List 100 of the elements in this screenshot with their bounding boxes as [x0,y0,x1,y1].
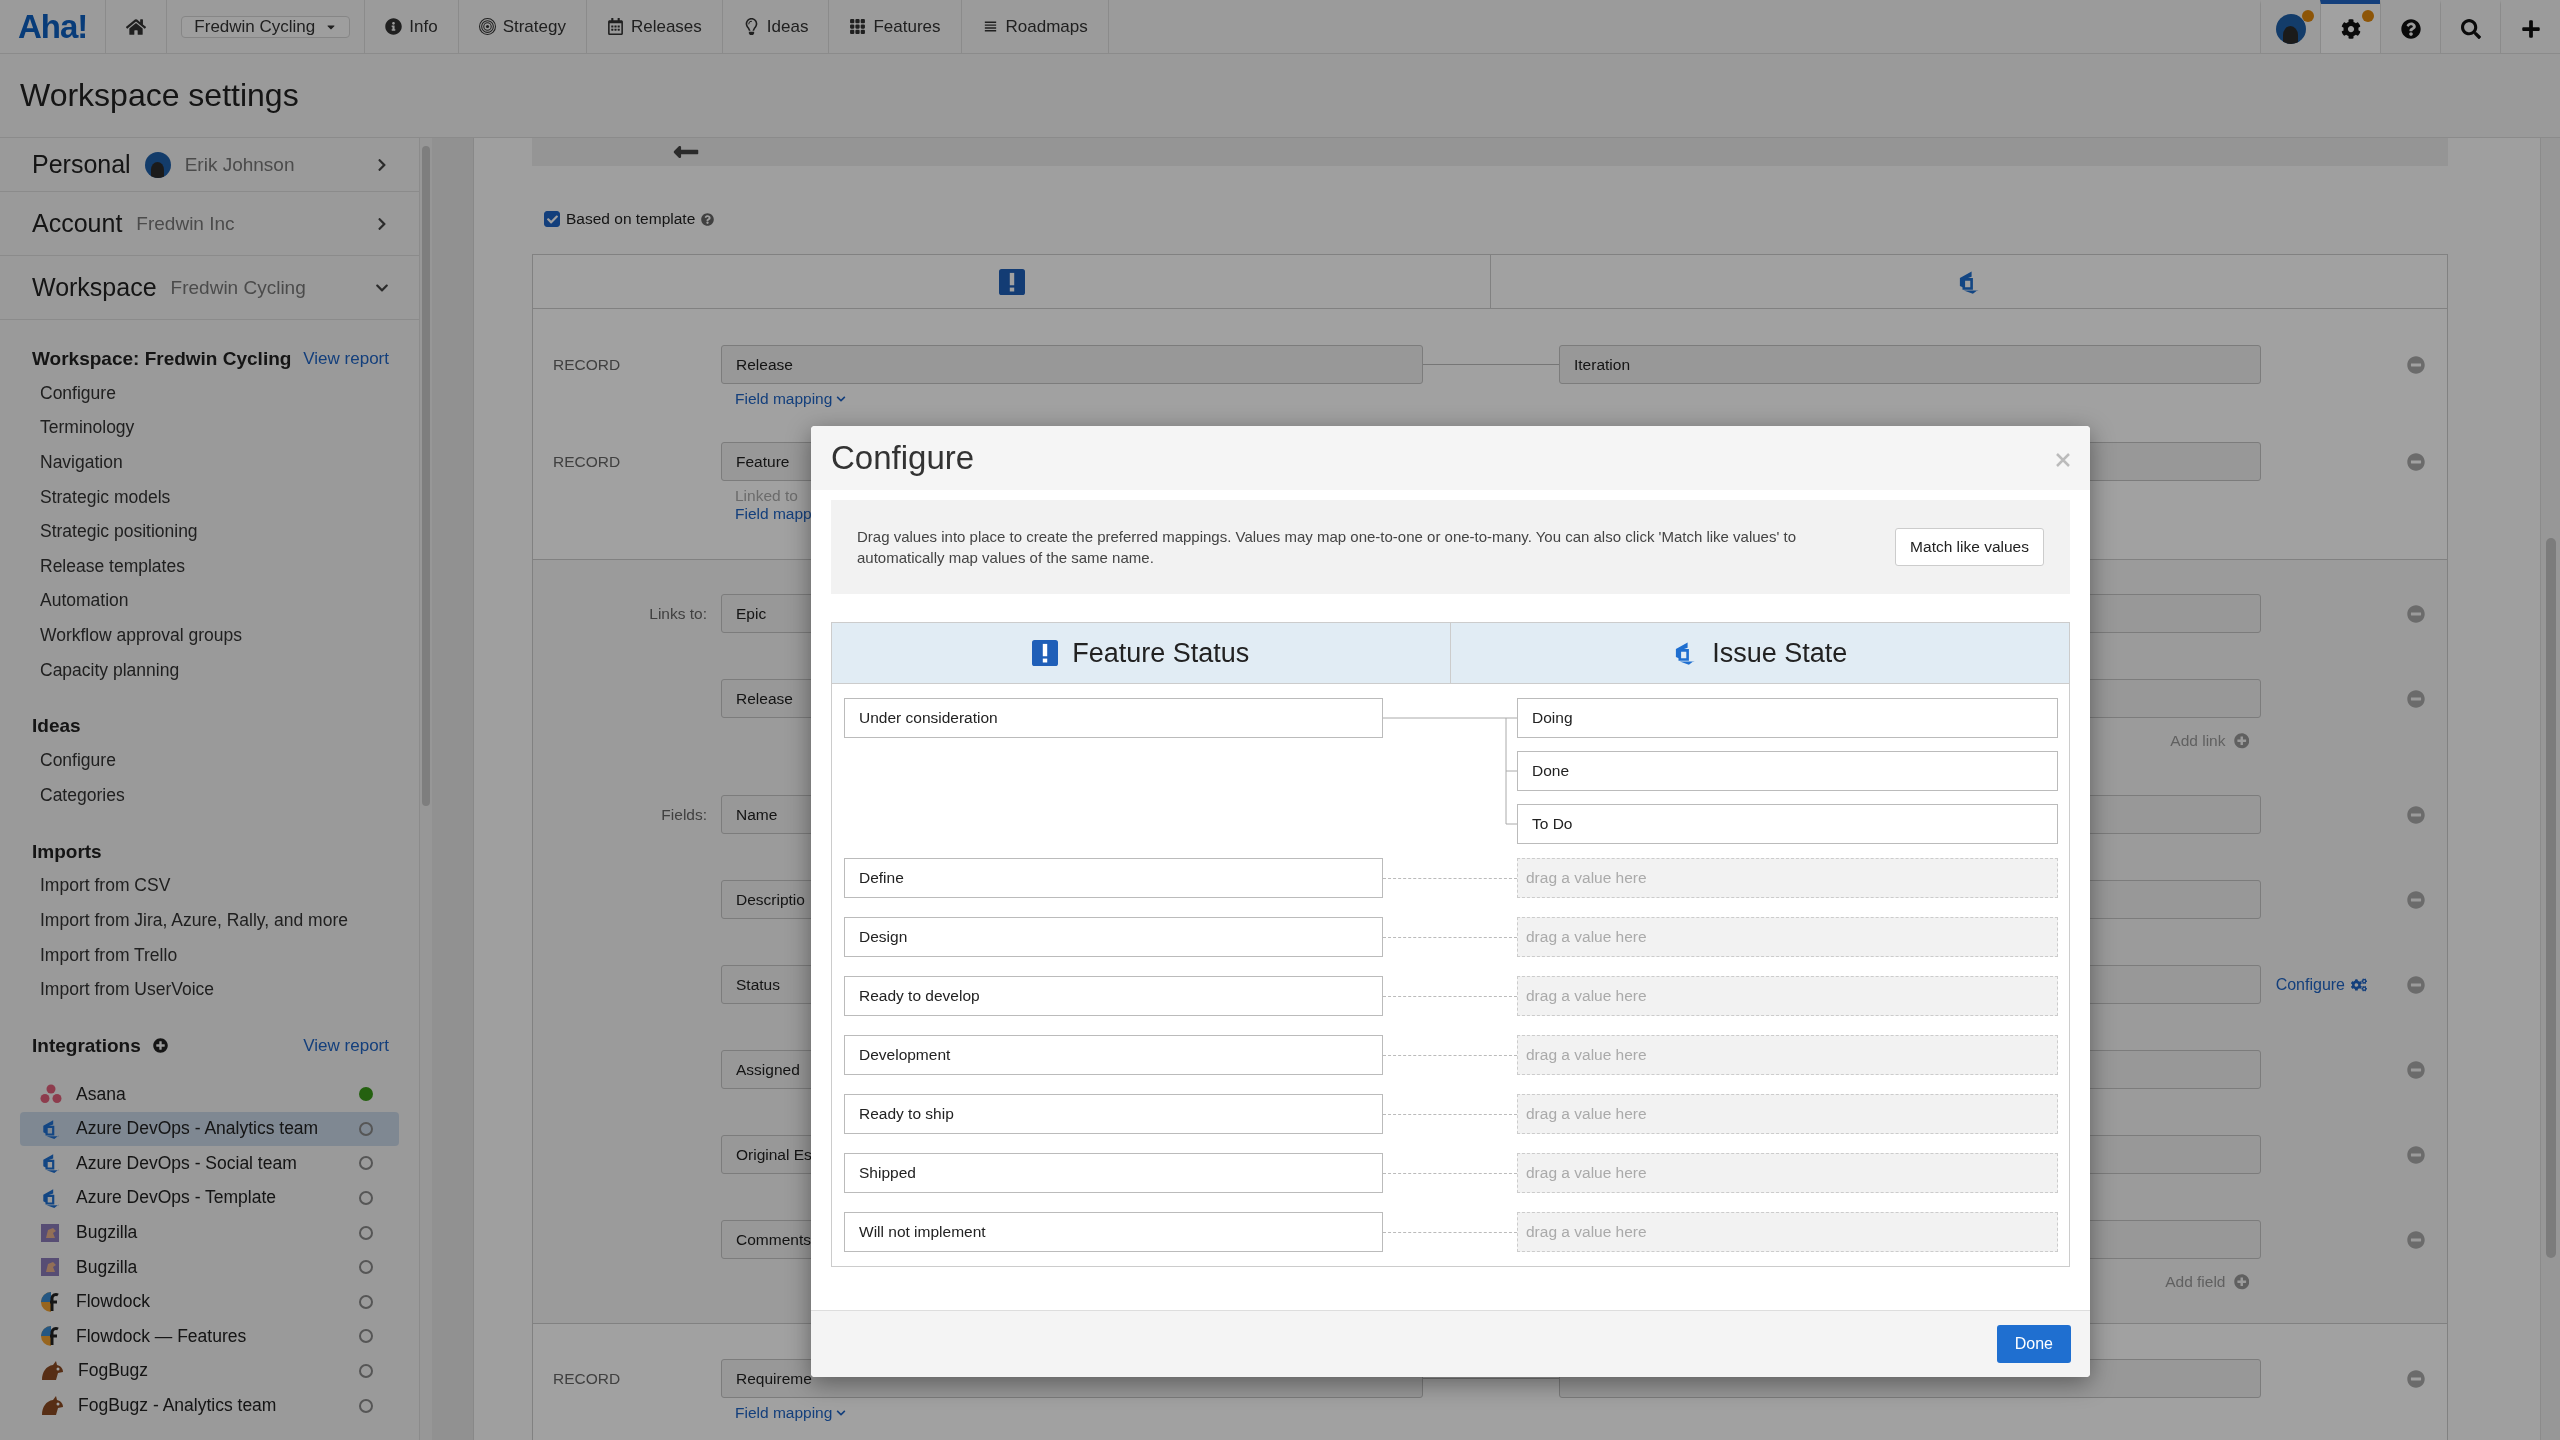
settings-section[interactable]: Personal Erik Johnson [0,138,419,192]
source-value[interactable]: Will not implement [844,1212,1383,1252]
toolbar-button[interactable] [2320,0,2380,53]
done-button[interactable]: Done [1996,1325,2071,1363]
remove-icon[interactable] [2407,1230,2425,1249]
match-like-values-button[interactable]: Match like values [1895,528,2044,566]
nav-tab[interactable]: Releases [586,0,723,53]
animal-icon [40,1359,64,1382]
sidebar-item[interactable]: Terminology [32,410,419,446]
settings-section[interactable]: Workspace Fredwin Cycling [0,256,419,320]
sidebar-item[interactable]: Automation [32,583,419,619]
remove-icon[interactable] [2407,890,2425,909]
integration-item[interactable]: Asana [20,1076,399,1112]
source-value[interactable]: Under consideration [844,698,1383,738]
scrollbar-thumb[interactable] [2545,538,2556,1258]
sidebar-item[interactable]: Capacity planning [32,652,419,688]
remove-icon[interactable] [2407,805,2425,824]
info-icon [385,18,403,35]
help-icon[interactable] [701,212,715,226]
integration-item[interactable]: Bugzilla [20,1215,399,1250]
remove-icon[interactable] [2407,355,2425,374]
section-title: Account [32,209,123,238]
target-value[interactable]: To Do [1517,804,2058,844]
integration-name: Asana [76,1083,127,1105]
sidebar-item[interactable]: Strategic positioning [32,514,419,549]
sidebar-item[interactable]: Import from Trello [32,937,419,973]
add-icon [2233,733,2249,749]
integration-name: FogBugz [78,1360,150,1382]
source-value[interactable]: Shipped [844,1153,1383,1193]
integration-name: Azure DevOps - Social team [76,1152,298,1174]
group-title: Ideas [32,715,81,738]
workspace-dropdown[interactable]: Fredwin Cycling [181,15,351,38]
remove-icon[interactable] [2407,604,2425,623]
add-icon[interactable] [152,1038,168,1054]
nav-tab[interactable]: Features [829,0,962,53]
checkbox-label: Based on template [566,210,696,228]
notification-dot [2302,10,2314,22]
nav-tab[interactable]: Info [365,0,459,53]
settings-section[interactable]: Account Fredwin Inc [0,192,419,256]
sidebar-item[interactable]: Navigation [32,445,419,480]
nav-tab[interactable]: Ideas [722,0,830,53]
record-field[interactable]: Release [721,345,1423,384]
integration-name: Flowdock [76,1291,151,1313]
source-value[interactable]: Design [844,917,1383,957]
source-value[interactable]: Ready to develop [844,976,1383,1016]
source-value[interactable]: Development [844,1035,1383,1075]
view-report-link[interactable]: View report [303,1035,389,1056]
sidebar-item[interactable]: Workflow approval groups [32,618,419,653]
field-mapping-link[interactable]: Field mapp [735,505,812,523]
integration-item[interactable]: FogBugz - Analytics team [20,1388,399,1423]
sidebar-item[interactable]: Import from UserVoice [32,972,419,1007]
section-subtitle: Fredwin Inc [136,212,236,235]
integration-item[interactable]: Flowdock — Features [20,1319,399,1354]
integration-item[interactable]: Azure DevOps - Analytics team [20,1111,399,1147]
dialog-title: Configure [831,439,975,477]
sidebar-item[interactable]: Configure [32,743,419,778]
source-value[interactable]: Ready to ship [844,1094,1383,1134]
target-icon [478,18,496,35]
view-report-link[interactable]: View report [303,349,389,369]
column-header: Issue State [1712,637,1848,669]
scrollbar-thumb[interactable] [422,146,430,806]
notification-dot [2362,10,2374,22]
remove-icon[interactable] [2407,1060,2425,1079]
integration-item[interactable]: Azure DevOps - Template [20,1180,399,1216]
group-title: Workspace: Fredwin Cycling [32,348,292,370]
target-value[interactable]: Doing [1517,698,2058,738]
fields-label: Fields: [661,805,708,824]
logo[interactable]: Aha! [0,0,107,53]
sidebar-item[interactable]: Configure [32,376,419,411]
group-title: Imports [32,840,102,863]
field-mapping-link[interactable]: Field mapping [735,1404,847,1422]
section-title: Workspace [32,273,157,302]
field-mapping-link[interactable]: Field mapping [735,390,847,408]
integration-item[interactable]: Flowdock [20,1284,399,1320]
integration-item[interactable]: Bugzilla [20,1249,399,1285]
remove-icon[interactable] [2407,1369,2425,1388]
add-icon [2233,1274,2249,1290]
integration-item[interactable]: FogBugz [20,1353,399,1389]
remove-icon[interactable] [2407,975,2425,994]
source-value[interactable]: Define [844,858,1383,898]
record-field[interactable]: Iteration [1559,345,2261,384]
plus-icon [2520,18,2541,39]
configure-link[interactable]: Configure [2275,975,2367,994]
sidebar-item[interactable]: Import from CSV [32,868,419,904]
sidebar-item[interactable]: Strategic models [32,479,419,515]
exclamation-icon [998,268,1025,295]
nav-tab[interactable]: Strategy [458,0,587,53]
sidebar-item[interactable]: Categories [32,777,419,813]
nav-tab[interactable]: Roadmaps [961,0,1109,53]
integration-item[interactable]: Azure DevOps - Social team [20,1146,399,1181]
target-value[interactable]: Done [1517,751,2058,791]
integration-name: Bugzilla [76,1222,139,1244]
remove-icon[interactable] [2407,1145,2425,1164]
sidebar-item[interactable]: Release templates [32,548,419,584]
chevron-down-icon [836,1408,847,1418]
section-subtitle: Erik Johnson [184,153,296,176]
checkbox[interactable] [544,211,560,227]
remove-icon[interactable] [2407,452,2425,471]
sidebar-item[interactable]: Import from Jira, Azure, Rally, and more [32,903,419,938]
remove-icon[interactable] [2407,689,2425,708]
